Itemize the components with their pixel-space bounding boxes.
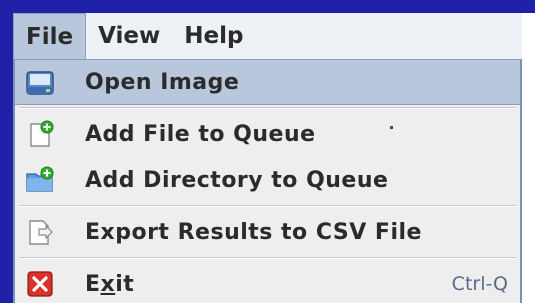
menu-item-add-file-to-queue[interactable]: Add File to Queue	[15, 111, 520, 157]
add-file-icon	[25, 120, 55, 148]
accelerator-hint: Ctrl-Q	[451, 273, 508, 295]
menu-item-label: Exit	[85, 271, 135, 297]
window-border-top	[0, 0, 535, 13]
add-folder-icon	[25, 166, 55, 194]
menu-bar: File View Help	[13, 13, 522, 60]
menu-separator	[19, 205, 516, 207]
menu-item-label: Open Image	[85, 69, 240, 95]
export-file-icon	[25, 218, 55, 246]
mnemonic-underline: x	[100, 271, 116, 297]
exit-icon	[25, 270, 55, 298]
stray-pixel	[390, 126, 393, 129]
menu-file[interactable]: File	[13, 13, 87, 59]
menu-separator	[19, 257, 516, 259]
app-window: File View Help Open Image Add File to Qu…	[0, 0, 535, 303]
menu-item-add-directory-to-queue[interactable]: Add Directory to Queue	[15, 157, 520, 203]
menu-help[interactable]: Help	[172, 13, 255, 59]
menu-item-label: Add File to Queue	[85, 121, 316, 147]
menu-item-open-image[interactable]: Open Image	[15, 59, 520, 105]
menu-item-export-results-csv[interactable]: Export Results to CSV File	[15, 209, 520, 255]
window-border-left	[0, 0, 13, 303]
menu-view[interactable]: View	[86, 13, 172, 59]
file-menu-dropdown: Open Image Add File to Queue Add Directo…	[13, 59, 522, 303]
menu-item-label: Add Directory to Queue	[85, 167, 389, 193]
menu-item-exit[interactable]: Exit Ctrl-Q	[15, 261, 520, 307]
menu-separator	[19, 107, 516, 109]
menu-item-label: Export Results to CSV File	[85, 219, 422, 245]
drive-icon	[25, 69, 55, 97]
